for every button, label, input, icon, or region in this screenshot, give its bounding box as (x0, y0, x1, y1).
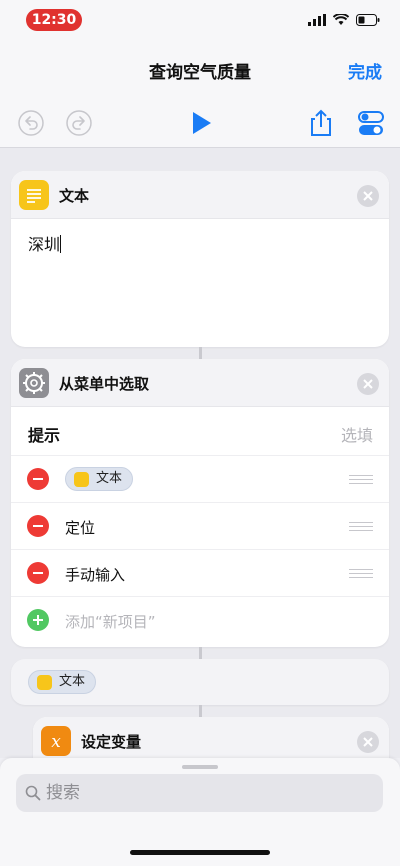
wifi-icon (333, 14, 349, 25)
text-action-card[interactable]: 文本 深圳 (11, 171, 389, 347)
close-icon[interactable] (357, 731, 379, 753)
add-icon[interactable] (27, 609, 49, 631)
text-action-content[interactable]: 深圳 (28, 231, 62, 255)
svg-text:x: x (51, 732, 61, 752)
workflow-canvas: 文本 深圳 从菜单中选取 提示 选填 文本 定位 手动输入 添加“新项目” 文本… (0, 148, 400, 777)
page-title: 查询空气质量 (149, 63, 251, 83)
connector-line (199, 705, 202, 717)
menu-item-row[interactable]: 手动输入 (11, 549, 389, 596)
reorder-handle-icon[interactable] (349, 569, 373, 578)
connector-line (199, 347, 202, 359)
text-cursor (60, 235, 62, 253)
actions-sheet (0, 758, 400, 866)
choose-menu-card[interactable]: 从菜单中选取 提示 选填 文本 定位 手动输入 添加“新项目” (11, 359, 389, 647)
text-variable-chip[interactable]: 文本 (28, 670, 97, 694)
delete-icon[interactable] (27, 562, 49, 584)
prompt-row[interactable]: 提示 选填 (11, 407, 389, 455)
text-action-header: 文本 (11, 171, 389, 219)
search-bar[interactable] (16, 774, 383, 812)
close-icon[interactable] (357, 185, 379, 207)
choose-menu-title: 从菜单中选取 (59, 375, 150, 393)
gear-icon (19, 368, 49, 398)
connector-line (199, 647, 202, 659)
share-icon[interactable] (306, 108, 336, 138)
battery-icon (356, 14, 380, 26)
reorder-handle-icon[interactable] (349, 522, 373, 531)
menu-result-card[interactable]: 文本 (11, 659, 389, 705)
status-icons (308, 13, 380, 27)
done-button[interactable]: 完成 (348, 58, 382, 83)
close-icon[interactable] (357, 373, 379, 395)
add-item-label[interactable]: 添加“新项目” (65, 611, 156, 632)
nav-bar: 查询空气质量 完成 (0, 40, 400, 100)
status-time[interactable]: 12:30 (26, 9, 82, 31)
add-item-row[interactable]: 添加“新项目” (11, 596, 389, 643)
search-icon (25, 785, 41, 801)
delete-icon[interactable] (27, 515, 49, 537)
text-action-title: 文本 (59, 187, 90, 205)
choose-menu-header: 从菜单中选取 (11, 359, 389, 407)
home-indicator (130, 850, 270, 855)
text-variable-chip[interactable]: 文本 (65, 467, 134, 491)
prompt-label: 提示 (28, 426, 61, 445)
text-icon (19, 180, 49, 210)
undo-icon[interactable] (16, 108, 46, 138)
menu-item-row[interactable]: 定位 (11, 502, 389, 549)
play-icon[interactable] (186, 108, 216, 138)
menu-item-label[interactable]: 定位 (65, 517, 95, 538)
text-icon (37, 675, 52, 690)
text-icon (74, 472, 89, 487)
redo-icon[interactable] (64, 108, 94, 138)
variable-icon: x (41, 726, 71, 756)
settings-toggle-icon[interactable] (356, 108, 386, 138)
sheet-grabber[interactable] (182, 765, 218, 769)
signal-icon (308, 14, 326, 26)
delete-icon[interactable] (27, 468, 49, 490)
prompt-placeholder[interactable]: 选填 (341, 422, 373, 446)
menu-item-label[interactable]: 手动输入 (65, 564, 125, 585)
menu-item-row[interactable]: 文本 (11, 455, 389, 502)
search-input[interactable] (46, 774, 366, 812)
set-variable-title: 设定变量 (81, 733, 142, 751)
reorder-handle-icon[interactable] (349, 475, 373, 484)
status-bar: 12:30 (0, 0, 400, 40)
toolbar (0, 100, 400, 148)
